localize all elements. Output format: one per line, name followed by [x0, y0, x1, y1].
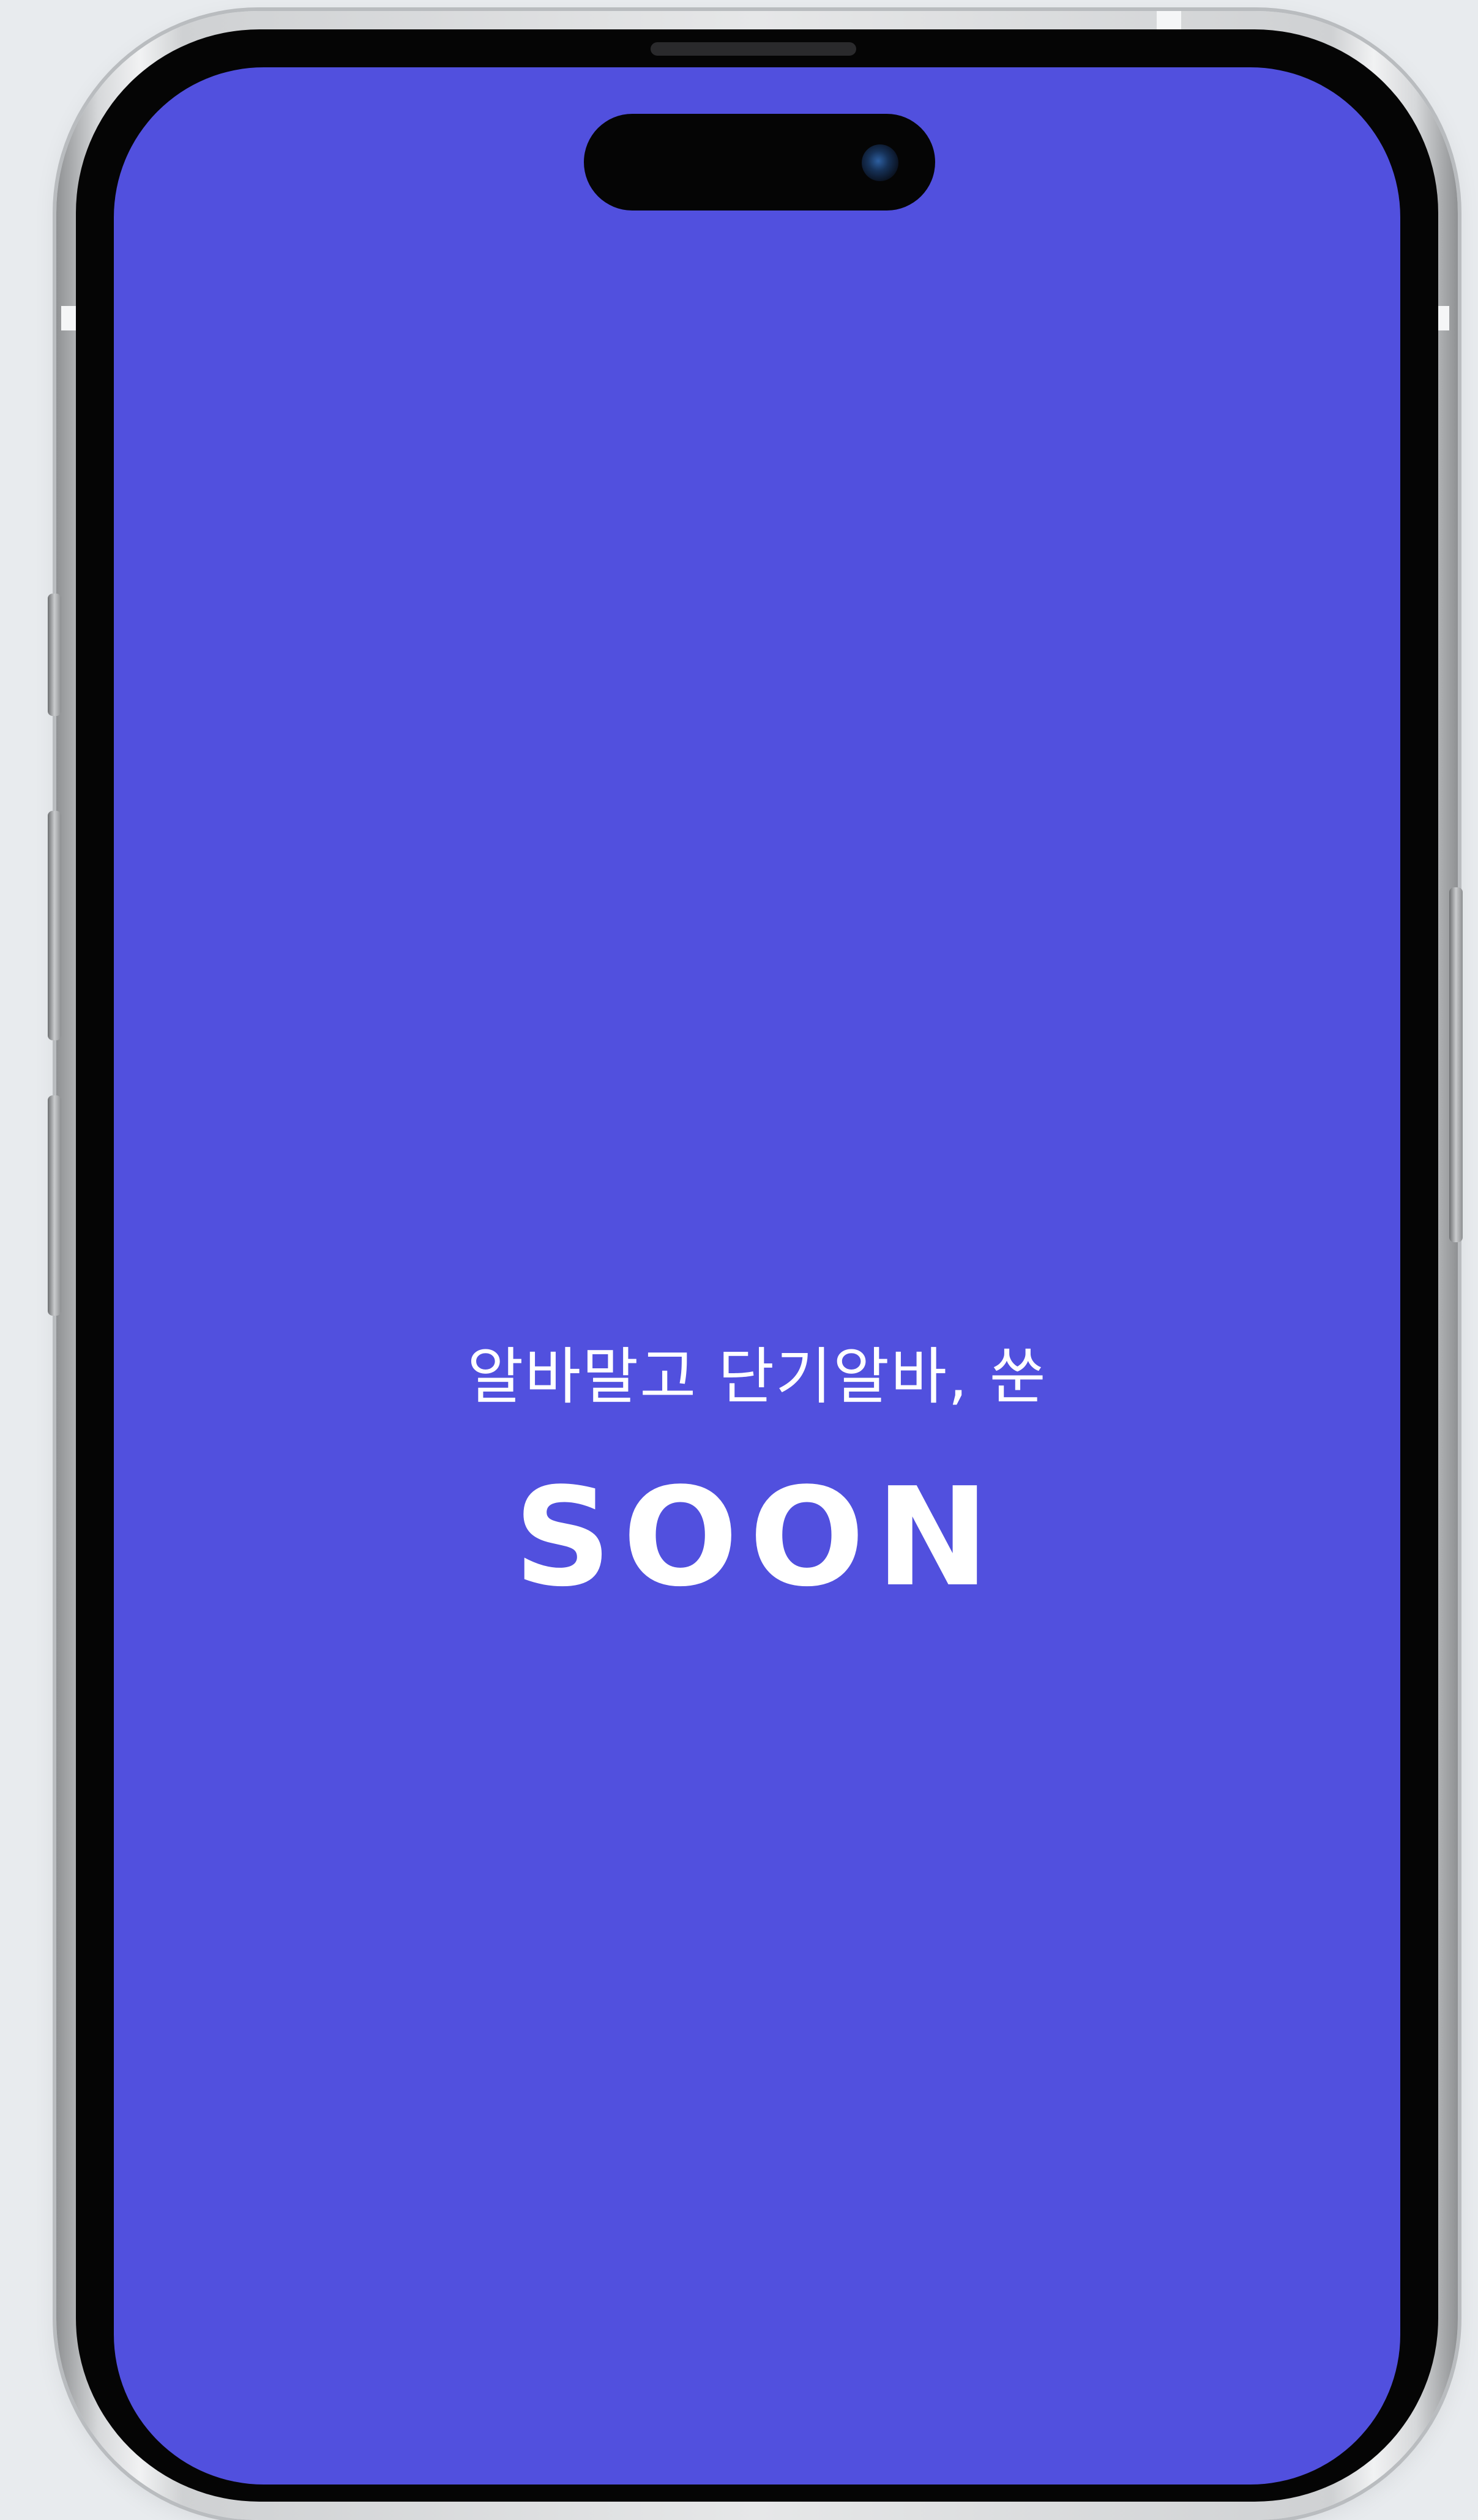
action-button [48, 594, 61, 716]
volume-down-button [48, 1095, 61, 1316]
speaker-grill [651, 42, 856, 56]
tagline-text: 알바말고 단기알바, 쑨 [467, 1341, 1047, 1412]
camera-lens-icon [862, 144, 898, 181]
antenna-band [1157, 11, 1181, 31]
soon-logo: SOON [513, 1459, 1001, 1617]
splash-content: 알바말고 단기알바, 쑨 SOON [114, 1340, 1400, 1606]
power-button [1449, 887, 1463, 1242]
volume-up-button [48, 811, 61, 1040]
splash-screen[interactable]: 알바말고 단기알바, 쑨 SOON [114, 67, 1400, 2485]
